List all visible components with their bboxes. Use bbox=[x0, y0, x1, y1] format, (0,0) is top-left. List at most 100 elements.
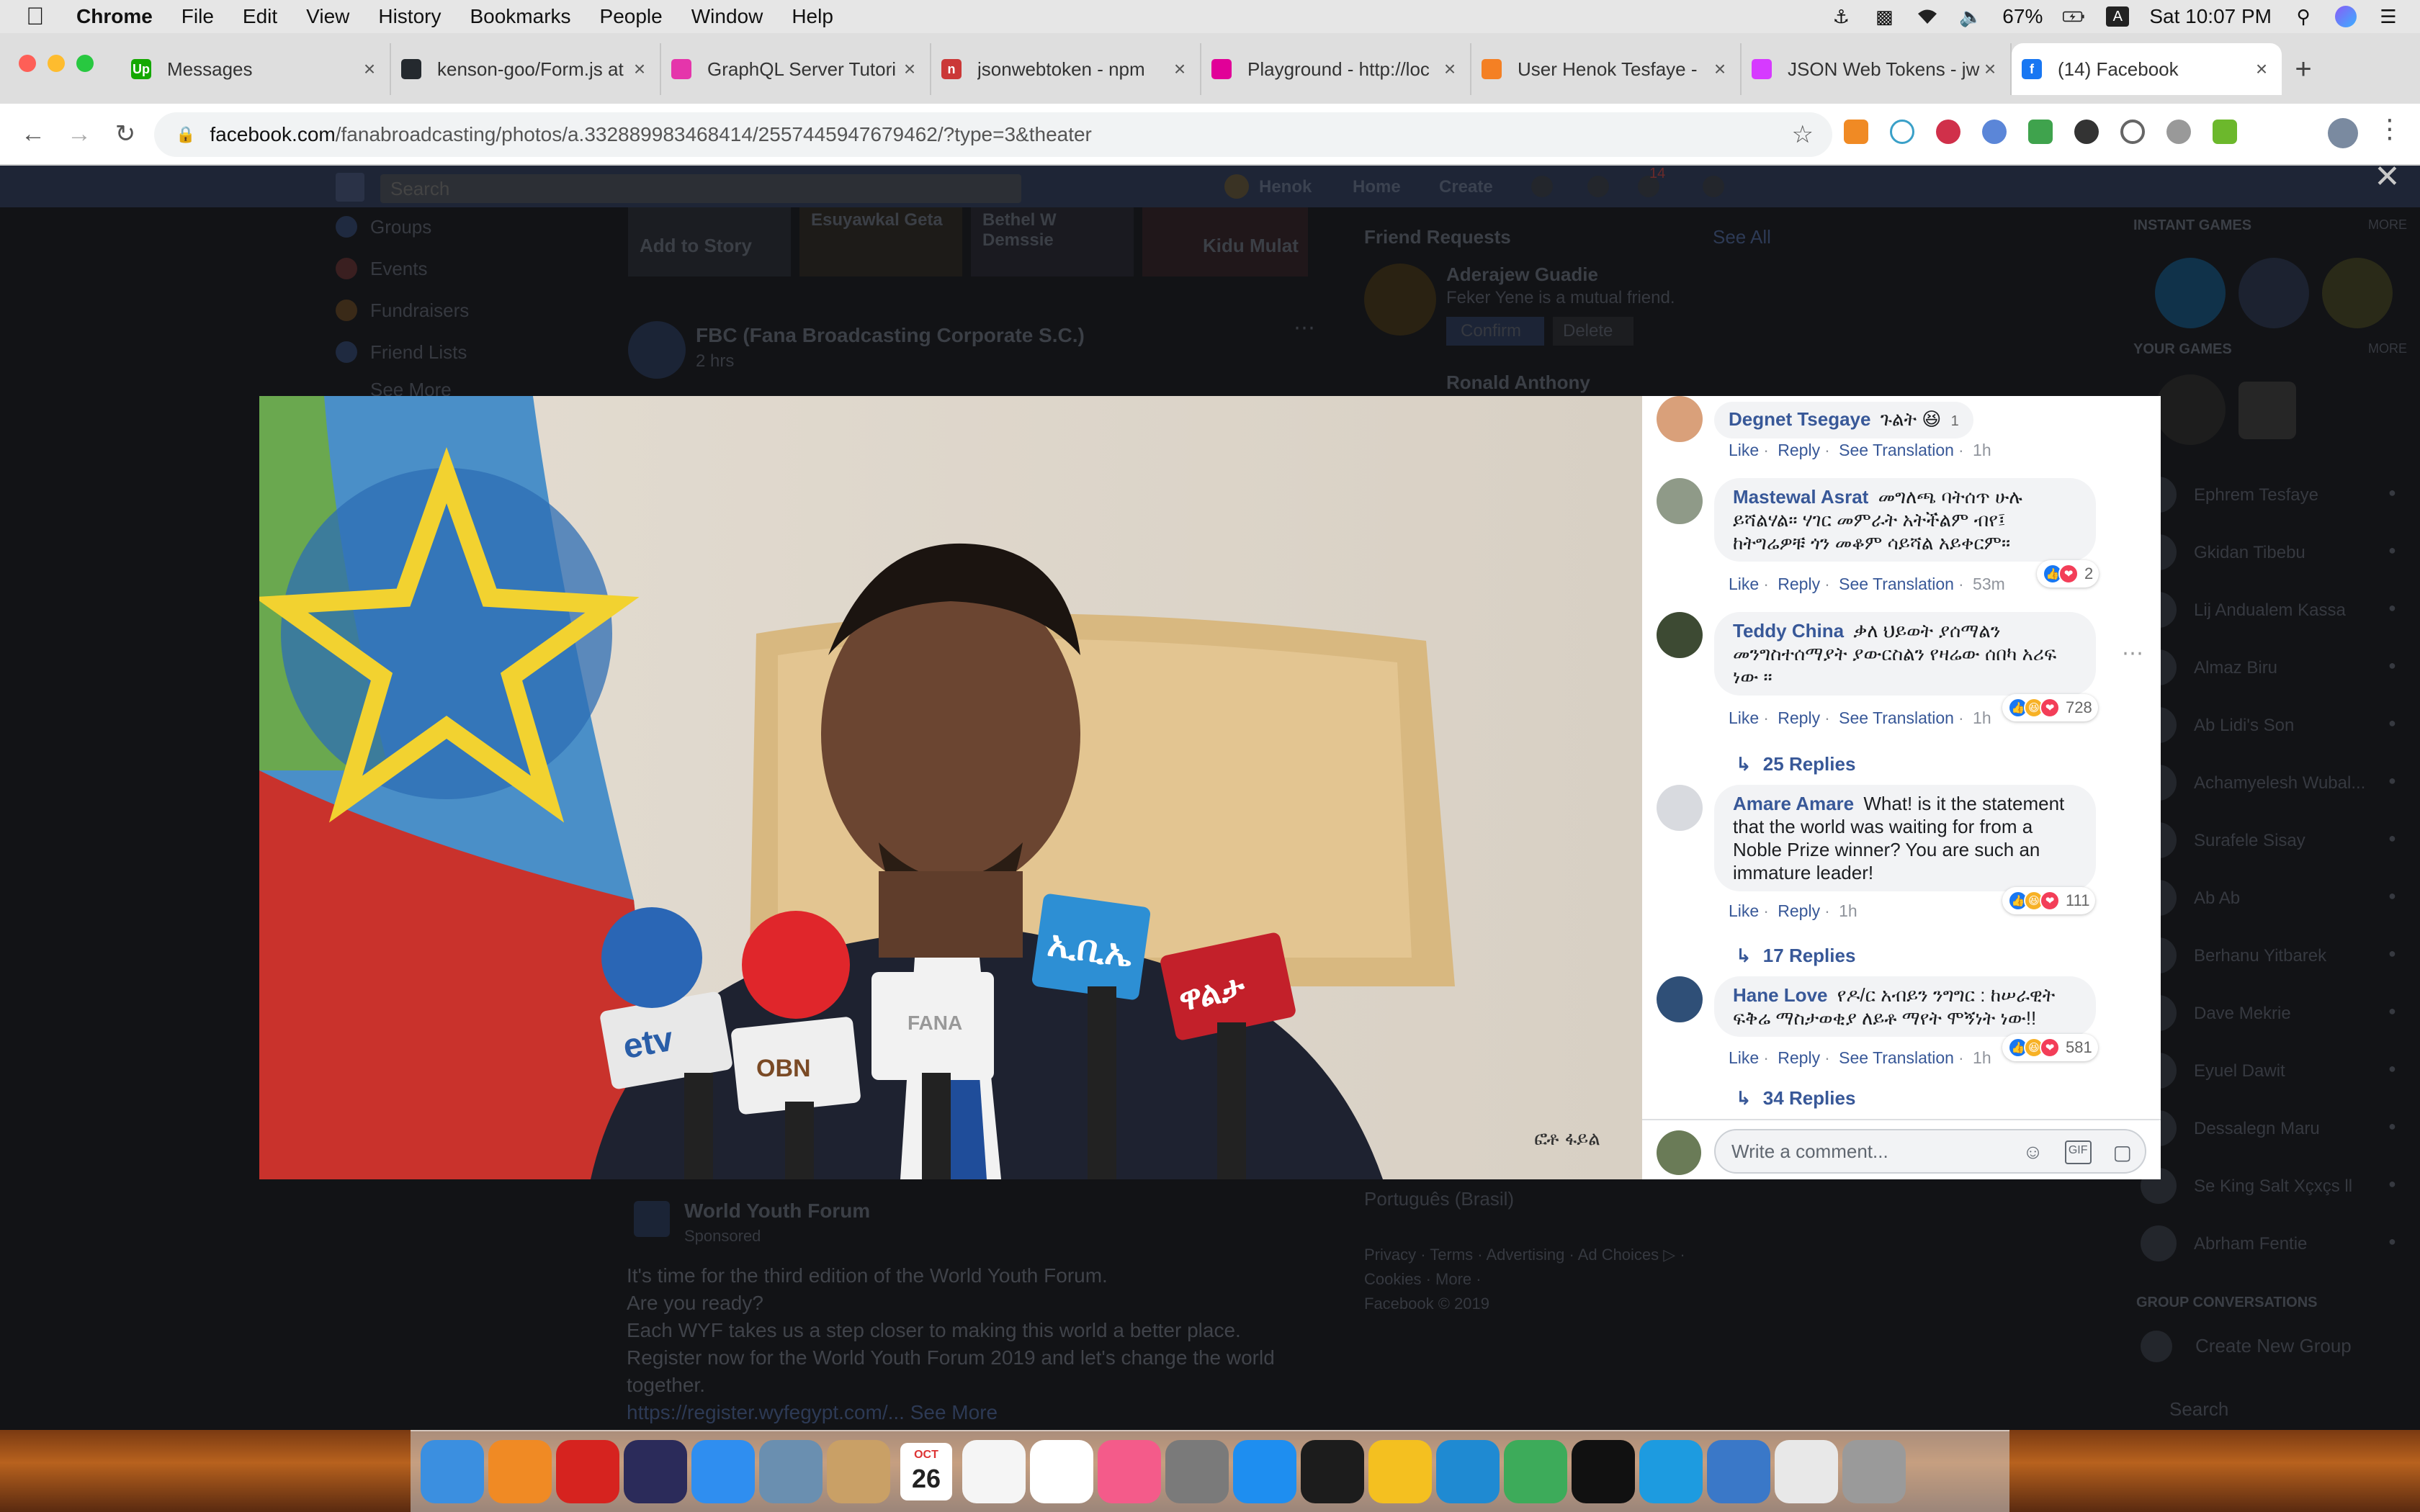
contact-name[interactable]: Se King Salt Xçxçs ll bbox=[2194, 1176, 2352, 1197]
contact-name[interactable]: Surafele Sisay bbox=[2194, 831, 2305, 851]
reply-link[interactable]: Reply bbox=[1778, 901, 1820, 920]
footer-links[interactable]: Privacy · Terms · Advertising · Ad Choic… bbox=[1364, 1246, 1685, 1264]
dock-finder-icon[interactable] bbox=[421, 1440, 484, 1503]
dock-trash-icon[interactable] bbox=[1842, 1440, 1906, 1503]
zoom-window-button[interactable] bbox=[76, 55, 94, 72]
browser-tab[interactable]: GraphQL Server Tutori × bbox=[661, 43, 931, 95]
download-extension-icon[interactable] bbox=[2213, 120, 2237, 144]
menu-people[interactable]: People bbox=[600, 5, 663, 28]
menu-clock[interactable]: Sat 10:07 PM bbox=[2149, 5, 2272, 28]
post-page-name[interactable]: FBC (Fana Broadcasting Corporate S.C.) bbox=[696, 324, 1085, 347]
contact-name[interactable]: Almaz Biru bbox=[2194, 658, 2277, 678]
apple-menu-icon[interactable]:  bbox=[26, 3, 55, 31]
view-replies-link[interactable]: ↳ 25 Replies bbox=[1736, 753, 1855, 775]
reload-icon[interactable]: ↻ bbox=[102, 120, 148, 148]
new-tab-button[interactable]: + bbox=[2282, 43, 2325, 95]
see-translation-link[interactable]: See Translation bbox=[1839, 441, 1954, 459]
minimize-window-button[interactable] bbox=[48, 55, 65, 72]
extension-dark-icon[interactable] bbox=[2074, 120, 2099, 144]
tab-close-icon[interactable]: × bbox=[629, 58, 650, 81]
photo-viewer[interactable]: etv OBN FANA ኢቢኤ ዋልታ ፎቶ ፋይል bbox=[259, 396, 1642, 1179]
game-icon-2[interactable] bbox=[2238, 258, 2309, 328]
menu-help[interactable]: Help bbox=[792, 5, 833, 28]
left-menu-fundraisers[interactable]: Fundraisers bbox=[370, 300, 469, 322]
browser-tab[interactable]: kenson-goo/Form.js at × bbox=[391, 43, 661, 95]
contact-name[interactable]: Abrham Fentie bbox=[2194, 1234, 2307, 1254]
reply-link[interactable]: Reply bbox=[1778, 1048, 1820, 1067]
browser-tab[interactable]: User Henok Tesfaye - × bbox=[1471, 43, 1742, 95]
request-name-1[interactable]: Aderajew Guadie bbox=[1446, 264, 1598, 286]
dock-stickies-icon[interactable]: OCT 26 bbox=[895, 1440, 958, 1503]
menu-app-name[interactable]: Chrome bbox=[76, 5, 153, 28]
comment-author[interactable]: Teddy China bbox=[1733, 620, 1844, 642]
menu-file[interactable]: File bbox=[182, 5, 214, 28]
menu-edit[interactable]: Edit bbox=[243, 5, 277, 28]
comment-time[interactable]: 1h bbox=[1973, 441, 1991, 459]
close-window-button[interactable] bbox=[19, 55, 36, 72]
comment-time[interactable]: 53m bbox=[1973, 575, 2005, 593]
footer-language[interactable]: Português (Brasil) bbox=[1364, 1188, 1514, 1210]
menu-view[interactable]: View bbox=[306, 5, 349, 28]
dock-books-icon[interactable] bbox=[488, 1440, 552, 1503]
menu-extra-icon[interactable]: ▩ bbox=[1873, 6, 1896, 27]
ad-title[interactable]: World Youth Forum bbox=[684, 1200, 870, 1223]
left-menu-events[interactable]: Events bbox=[370, 258, 428, 280]
forward-arrow-icon[interactable]: → bbox=[56, 120, 102, 148]
like-link[interactable]: Like bbox=[1729, 901, 1759, 920]
nav-create-link[interactable]: Create bbox=[1439, 177, 1493, 197]
see-translation-link[interactable]: See Translation bbox=[1839, 575, 1954, 593]
like-link[interactable]: Like bbox=[1729, 708, 1759, 727]
request-avatar-1[interactable] bbox=[1364, 264, 1436, 336]
dock-notes-icon[interactable] bbox=[827, 1440, 890, 1503]
dock-migration-icon[interactable] bbox=[1707, 1440, 1770, 1503]
extension-fox-icon[interactable] bbox=[1844, 120, 1868, 144]
contact-name[interactable]: Eyuel Dawit bbox=[2194, 1061, 2285, 1081]
messenger-icon[interactable] bbox=[1587, 176, 1609, 197]
facebook-logo-icon[interactable] bbox=[336, 173, 364, 202]
left-menu-groups[interactable]: Groups bbox=[370, 216, 431, 238]
nav-user-avatar[interactable] bbox=[1224, 174, 1249, 199]
dock-photos-icon[interactable] bbox=[1030, 1440, 1093, 1503]
cors-extension-icon[interactable] bbox=[2028, 120, 2053, 144]
comment-reactions[interactable]: 👍 😆 ❤ 581 bbox=[2002, 1034, 2098, 1061]
contact-name[interactable]: Ephrem Tesfaye bbox=[2194, 485, 2318, 505]
contact-name[interactable]: Dave Mekrie bbox=[2194, 1004, 2291, 1024]
menu-history[interactable]: History bbox=[378, 5, 441, 28]
view-replies-link[interactable]: ↳ 17 Replies bbox=[1736, 945, 1855, 967]
dock-music-icon[interactable] bbox=[1098, 1440, 1161, 1503]
create-new-group[interactable]: Create New Group bbox=[2195, 1335, 2352, 1357]
sticker-icon[interactable]: ▢ bbox=[2113, 1140, 2132, 1164]
docker-status-icon[interactable]: ⚓ bbox=[1829, 6, 1852, 27]
dock-reminders-icon[interactable] bbox=[962, 1440, 1026, 1503]
page-avatar[interactable] bbox=[628, 321, 686, 379]
wifi-icon[interactable] bbox=[1916, 6, 1939, 27]
spotlight-search-icon[interactable]: ⚲ bbox=[2292, 6, 2315, 27]
like-link[interactable]: Like bbox=[1729, 441, 1759, 459]
game-icon-3[interactable] bbox=[2322, 258, 2393, 328]
post-options-icon[interactable]: ⋯ bbox=[1294, 315, 1315, 341]
tab-close-icon[interactable]: × bbox=[1440, 58, 1460, 81]
tab-close-icon[interactable]: × bbox=[900, 58, 920, 81]
chrome-menu-icon[interactable]: ⋮ bbox=[2377, 114, 2403, 144]
current-user-avatar[interactable] bbox=[1657, 1130, 1701, 1175]
ad-avatar[interactable] bbox=[634, 1201, 670, 1237]
extension-globe-icon[interactable] bbox=[2166, 120, 2191, 144]
game-test-icon[interactable] bbox=[2155, 258, 2226, 328]
dock-safari-icon[interactable] bbox=[691, 1440, 755, 1503]
like-link[interactable]: Like bbox=[1729, 575, 1759, 593]
browser-tab[interactable]: n jsonwebtoken - npm × bbox=[931, 43, 1201, 95]
comment-author[interactable]: Mastewal Asrat bbox=[1733, 486, 1868, 508]
dock-android-studio-icon[interactable] bbox=[1504, 1440, 1567, 1503]
see-translation-link[interactable]: See Translation bbox=[1839, 1048, 1954, 1067]
comment-reactions[interactable]: 👍 ❤ 2 bbox=[2037, 560, 2099, 588]
footer-links-2[interactable]: Cookies · More · bbox=[1364, 1270, 1482, 1289]
nav-user-name[interactable]: Henok bbox=[1259, 177, 1312, 197]
keyboard-input-icon[interactable]: A bbox=[2106, 6, 2130, 27]
dock-chrome-icon[interactable] bbox=[1368, 1440, 1432, 1503]
battery-icon[interactable] bbox=[2063, 6, 2086, 27]
profile-avatar[interactable] bbox=[2328, 118, 2358, 148]
commenter-avatar[interactable] bbox=[1657, 478, 1703, 524]
reply-link[interactable]: Reply bbox=[1778, 575, 1820, 593]
comment-author[interactable]: Degnet Tsegaye bbox=[1729, 408, 1870, 430]
bookmark-star-icon[interactable]: ☆ bbox=[1792, 120, 1814, 149]
